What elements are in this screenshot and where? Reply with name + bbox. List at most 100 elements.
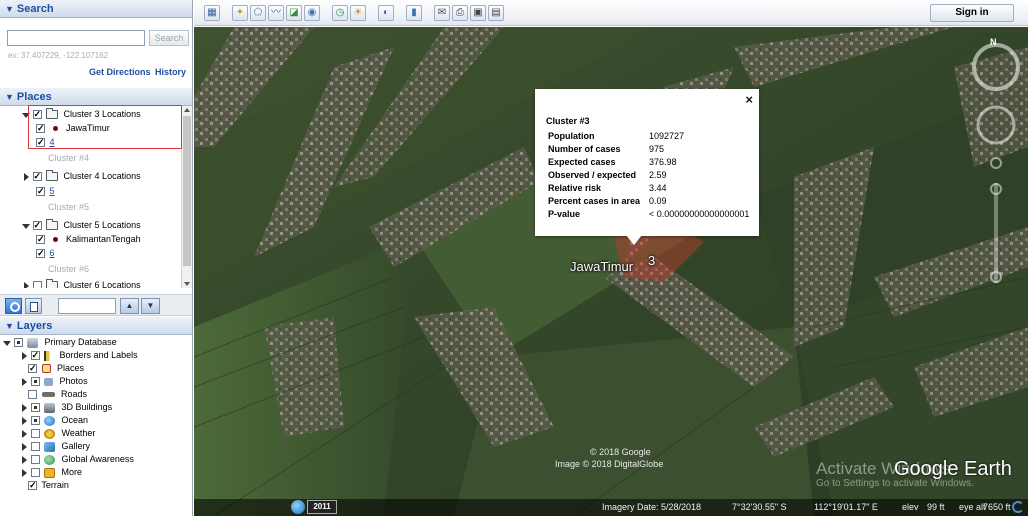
tree-folder-cluster-6[interactable]: Cluster 6 Locations bbox=[22, 278, 141, 288]
layers-panel-header[interactable]: ▼ Layers bbox=[0, 317, 192, 335]
checkbox[interactable] bbox=[30, 468, 40, 478]
database-icon bbox=[27, 337, 39, 348]
sunlight-button[interactable]: ☀ bbox=[350, 5, 366, 21]
checkbox[interactable] bbox=[28, 478, 37, 492]
scroll-thumb[interactable] bbox=[183, 116, 191, 266]
expand-arrow-icon[interactable] bbox=[3, 338, 11, 348]
layer-weather[interactable]: Weather bbox=[20, 426, 95, 440]
save-image-button[interactable]: ▣ bbox=[470, 5, 486, 21]
checkbox[interactable] bbox=[30, 429, 40, 439]
checkbox[interactable] bbox=[36, 232, 45, 246]
layer-label: Global Awareness bbox=[61, 454, 134, 464]
search-input[interactable] bbox=[7, 30, 145, 46]
layer-terrain[interactable]: Terrain bbox=[28, 478, 69, 492]
tree-place-kalimantantengah[interactable]: KalimantanTengah bbox=[36, 232, 141, 246]
checkbox[interactable] bbox=[30, 348, 40, 362]
email-button[interactable]: ✉ bbox=[434, 5, 450, 21]
expand-arrow-icon[interactable] bbox=[20, 416, 28, 426]
checkbox[interactable] bbox=[28, 390, 37, 400]
search-panel-header[interactable]: ▼ Search bbox=[0, 0, 192, 18]
checkbox[interactable] bbox=[30, 442, 40, 452]
checkbox[interactable] bbox=[30, 403, 40, 413]
checkbox[interactable] bbox=[30, 455, 40, 465]
item-link[interactable]: 5 bbox=[50, 186, 55, 196]
expand-arrow-icon[interactable] bbox=[20, 403, 28, 413]
navigation-controls[interactable]: N bbox=[968, 33, 1024, 303]
layer-gallery[interactable]: Gallery bbox=[20, 439, 90, 453]
add-path-button[interactable]: 〰 bbox=[268, 5, 284, 21]
tree-folder-cluster-5[interactable]: Cluster 5 Locations bbox=[22, 218, 141, 232]
ruler-button[interactable]: ▮ bbox=[406, 5, 422, 21]
places-scrollbar[interactable] bbox=[181, 106, 192, 288]
layer-ocean[interactable]: Ocean bbox=[20, 413, 88, 427]
search-hint: ex: 37.407229, -122.107162 bbox=[8, 51, 109, 60]
tree-item-5[interactable]: 5 bbox=[36, 184, 55, 198]
expand-arrow-icon[interactable] bbox=[22, 281, 30, 288]
layer-places[interactable]: Places bbox=[28, 361, 84, 375]
history-link[interactable]: History bbox=[155, 67, 186, 77]
expand-arrow-icon[interactable] bbox=[20, 351, 28, 361]
add-placemark-button[interactable]: ✦ bbox=[232, 5, 248, 21]
checkbox[interactable] bbox=[36, 184, 45, 198]
stat-key: Relative risk bbox=[548, 182, 602, 193]
scroll-down-icon[interactable] bbox=[184, 282, 190, 286]
expand-arrow-icon[interactable] bbox=[20, 442, 28, 452]
map-view[interactable]: N × Cluster #3 Population 1092727 Number … bbox=[194, 27, 1028, 516]
view-in-maps-button[interactable]: ▤ bbox=[488, 5, 504, 21]
checkbox[interactable] bbox=[30, 416, 40, 426]
expand-arrow-icon[interactable] bbox=[20, 455, 28, 465]
close-icon[interactable]: × bbox=[745, 92, 753, 107]
imagery-year-badge[interactable]: 2011 bbox=[307, 500, 337, 514]
historical-imagery-button[interactable]: ◷ bbox=[332, 5, 348, 21]
folder-icon bbox=[46, 170, 59, 182]
checkbox[interactable] bbox=[28, 361, 37, 375]
sign-in-button[interactable]: Sign in bbox=[930, 4, 1014, 22]
layer-borders-labels[interactable]: Borders and Labels bbox=[20, 348, 138, 362]
move-down-button[interactable]: ▼ bbox=[141, 298, 160, 314]
checkbox[interactable] bbox=[30, 377, 40, 387]
add-overlay-button[interactable]: ◪ bbox=[286, 5, 302, 21]
checkbox[interactable] bbox=[32, 169, 42, 183]
item-link[interactable]: 6 bbox=[50, 248, 55, 258]
checkbox[interactable] bbox=[36, 246, 45, 260]
expand-arrow-icon[interactable] bbox=[22, 221, 30, 231]
layer-roads[interactable]: Roads bbox=[28, 387, 87, 401]
layer-label: Terrain bbox=[41, 480, 69, 490]
table-row: Number of cases 975 bbox=[548, 142, 749, 155]
sidebar-toggle-button[interactable] bbox=[25, 298, 42, 314]
toggle-sidebar-button[interactable]: ▦ bbox=[204, 5, 220, 21]
get-directions-link[interactable]: Get Directions bbox=[89, 67, 151, 77]
move-up-button[interactable]: ▲ bbox=[120, 298, 139, 314]
flag-icon bbox=[44, 350, 54, 361]
tree-folder-cluster-4[interactable]: Cluster 4 Locations bbox=[22, 169, 141, 183]
longitude-readout: 112°19'01.17" E bbox=[814, 502, 878, 512]
layer-photos[interactable]: Photos bbox=[20, 374, 88, 388]
map-place-label[interactable]: JawaTimur bbox=[570, 259, 633, 274]
checkbox[interactable] bbox=[13, 338, 23, 348]
ruler-icon: ▮ bbox=[411, 7, 417, 18]
expand-arrow-icon[interactable] bbox=[20, 429, 28, 439]
expand-arrow-icon[interactable] bbox=[20, 468, 28, 478]
record-tour-button[interactable]: ◉ bbox=[304, 5, 320, 21]
tree-item-6[interactable]: 6 bbox=[36, 246, 55, 260]
print-button[interactable]: ⎙ bbox=[452, 5, 468, 21]
layer-more[interactable]: More bbox=[20, 465, 82, 479]
search-button[interactable]: Search bbox=[149, 30, 189, 46]
expand-arrow-icon[interactable] bbox=[20, 377, 28, 387]
add-polygon-button[interactable]: ⬠ bbox=[250, 5, 266, 21]
road-icon bbox=[41, 392, 55, 398]
places-panel-header[interactable]: ▼ Places bbox=[0, 88, 192, 106]
map-cluster-number[interactable]: 3 bbox=[648, 253, 655, 268]
scroll-up-icon[interactable] bbox=[184, 108, 190, 112]
layer-3d-buildings[interactable]: 3D Buildings bbox=[20, 400, 112, 414]
places-filter-input[interactable] bbox=[58, 298, 116, 314]
historical-imagery-icon[interactable] bbox=[291, 500, 305, 514]
expand-arrow-icon[interactable] bbox=[22, 172, 30, 182]
checkbox[interactable] bbox=[32, 218, 42, 232]
layer-global-awareness[interactable]: Global Awareness bbox=[20, 452, 134, 466]
layer-primary-database[interactable]: Primary Database bbox=[3, 335, 117, 349]
checkbox[interactable] bbox=[32, 281, 42, 288]
planets-button[interactable]: ◐ bbox=[378, 5, 394, 21]
search-places-button[interactable] bbox=[5, 298, 22, 314]
eye-altitude-label: eye alt bbox=[959, 502, 986, 512]
